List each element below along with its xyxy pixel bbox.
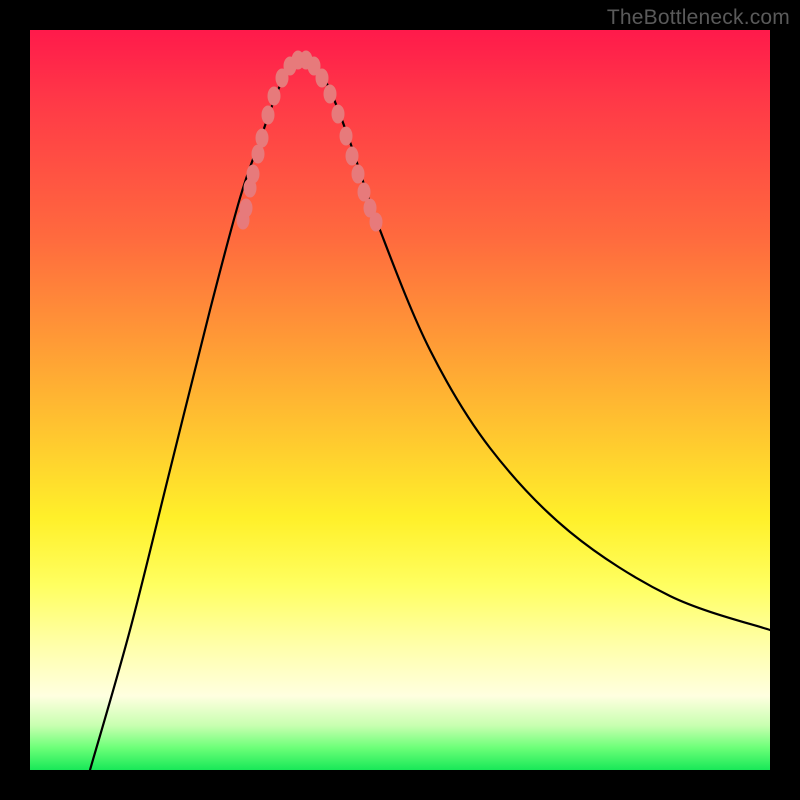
marker-dot xyxy=(240,199,253,218)
curve-svg xyxy=(30,30,770,770)
chart-frame: TheBottleneck.com xyxy=(0,0,800,800)
marker-dot xyxy=(340,127,353,146)
marker-dot xyxy=(316,69,329,88)
marker-dot xyxy=(352,165,365,184)
marker-dot xyxy=(358,183,371,202)
marker-dot xyxy=(262,106,275,125)
marker-dot xyxy=(256,129,269,148)
marker-dot xyxy=(346,147,359,166)
marker-dot xyxy=(268,87,281,106)
marker-dot xyxy=(370,213,383,232)
marker-dot xyxy=(332,105,345,124)
sample-markers xyxy=(237,51,383,232)
plot-area xyxy=(30,30,770,770)
watermark-text: TheBottleneck.com xyxy=(607,6,790,30)
marker-dot xyxy=(247,165,260,184)
bottleneck-curve xyxy=(90,60,770,770)
marker-dot xyxy=(324,85,337,104)
